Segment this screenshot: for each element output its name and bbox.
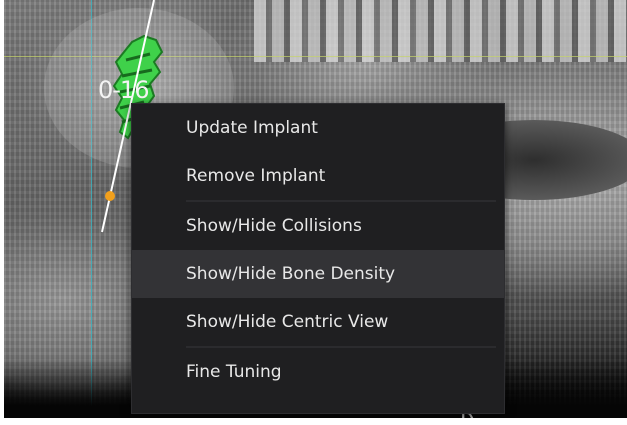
menu-item-show-hide-bone-density[interactable]: Show/Hide Bone Density <box>132 250 504 298</box>
ct-scan-viewport[interactable]: 0-16 R Update Implant Remove Implant Sho… <box>4 0 627 418</box>
menu-item-update-implant[interactable]: Update Implant <box>132 104 504 152</box>
menu-item-show-hide-centric-view[interactable]: Show/Hide Centric View <box>132 298 504 346</box>
implant-label: 0-16 <box>98 76 149 104</box>
implant-handle[interactable] <box>105 191 115 201</box>
menu-item-remove-implant[interactable]: Remove Implant <box>132 152 504 200</box>
menu-item-fine-tuning[interactable]: Fine Tuning <box>132 348 504 396</box>
menu-item-show-hide-collisions[interactable]: Show/Hide Collisions <box>132 202 504 250</box>
implant-context-menu: Update Implant Remove Implant Show/Hide … <box>131 103 505 414</box>
